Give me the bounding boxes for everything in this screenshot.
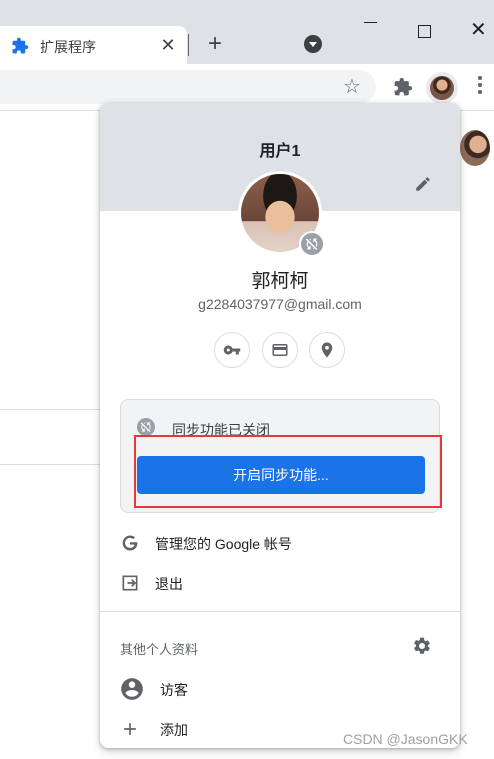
- profile-name: 用户1: [259, 143, 301, 160]
- minimize-icon[interactable]: [364, 22, 377, 23]
- guest-label: 访客: [160, 682, 188, 698]
- more-menu-icon[interactable]: [478, 76, 482, 97]
- watermark: CSDN @JasonGKK: [343, 731, 468, 747]
- payment-methods-button[interactable]: [262, 332, 298, 368]
- manage-account-label: 管理您的 Google 帐号: [155, 536, 292, 552]
- account-full-name: 郭柯柯: [251, 271, 309, 292]
- tab-separator: [188, 34, 189, 56]
- account-email: g2284037977@gmail.com: [198, 296, 362, 312]
- page-avatar-image: [460, 130, 490, 166]
- page-divider: [0, 409, 100, 410]
- credit-card-icon: [272, 344, 288, 356]
- new-tab-button[interactable]: +: [203, 32, 227, 57]
- window-close-icon[interactable]: ✕: [470, 20, 490, 40]
- edit-pencil-icon[interactable]: [414, 175, 432, 193]
- sign-out-label: 退出: [155, 576, 183, 592]
- sign-out-icon: [122, 575, 138, 591]
- gear-icon[interactable]: [412, 636, 432, 656]
- page-divider: [0, 464, 100, 465]
- section-divider: [100, 611, 460, 612]
- bookmark-star-icon[interactable]: ☆: [343, 77, 361, 97]
- close-tab-icon[interactable]: ✕: [158, 35, 178, 55]
- tab-search-icon[interactable]: [304, 35, 322, 53]
- key-icon: [223, 345, 241, 355]
- addresses-button[interactable]: [309, 332, 345, 368]
- plus-icon: [124, 723, 136, 735]
- add-label: 添加: [160, 722, 188, 738]
- location-pin-icon: [321, 342, 333, 358]
- other-profiles-heading: 其他个人资料: [120, 642, 199, 657]
- tab-strip: 扩展程序 ✕ + ✕: [0, 0, 494, 64]
- google-g-icon: [122, 535, 138, 551]
- account-circle-icon: [121, 678, 143, 700]
- annotation-highlight: [134, 435, 442, 508]
- manage-google-account-item[interactable]: 管理您的 Google 帐号: [100, 523, 460, 563]
- passwords-button[interactable]: [214, 332, 250, 368]
- sync-paused-badge-icon: [299, 231, 325, 257]
- extensions-icon[interactable]: [393, 77, 413, 97]
- avatar: [430, 76, 454, 100]
- puzzle-icon: [12, 37, 29, 54]
- sync-off-icon: [137, 418, 155, 436]
- guest-profile-item[interactable]: 访客: [100, 669, 460, 709]
- sign-out-item[interactable]: 退出: [100, 563, 460, 603]
- profile-menu-popup: 用户1 郭柯柯 g2284037977@gmail.com 同步功能已关闭 开启…: [100, 103, 460, 748]
- address-bar[interactable]: [0, 70, 376, 104]
- tab-title: 扩展程序: [40, 39, 96, 55]
- maximize-icon[interactable]: [418, 25, 431, 38]
- profile-avatar-button[interactable]: [426, 72, 458, 104]
- tab-extensions[interactable]: 扩展程序 ✕: [0, 26, 187, 64]
